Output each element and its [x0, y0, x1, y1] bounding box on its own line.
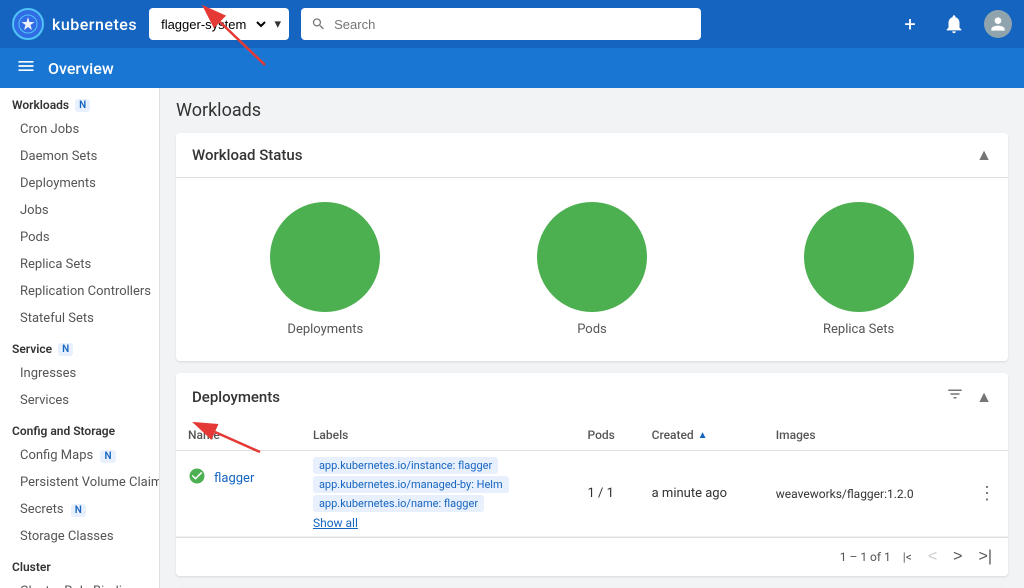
add-icon[interactable]: + — [896, 10, 924, 38]
sidebar-item-config-maps[interactable]: Config Maps N — [0, 442, 159, 469]
label-chip-3: app.kubernetes.io/name: flagger — [313, 495, 484, 512]
page-last-btn[interactable]: >| — [975, 546, 997, 568]
th-pods: Pods — [575, 420, 639, 451]
content-area: Workloads Workload Status ▲ Deployments … — [160, 88, 1024, 588]
namespace-dropdown[interactable]: flagger-system default kube-system — [157, 16, 268, 33]
donut-row: Deployments Pods Replica Sets — [176, 178, 1008, 361]
deployments-thead: Name Labels Pods Created ▲ Images — [176, 420, 1008, 451]
donut-pods: Pods — [537, 202, 647, 337]
deployment-pods-cell: 1 / 1 — [575, 451, 639, 537]
sort-created-icon: ▲ — [698, 430, 708, 441]
workload-status-title: Workload Status — [192, 146, 302, 164]
sidebar-item-replication-controllers[interactable]: Replication Controllers — [0, 278, 159, 305]
sidebar-item-replica-sets[interactable]: Replica Sets — [0, 251, 159, 278]
deployment-created-cell: a minute ago — [640, 451, 764, 537]
sidebar-section-config: Config and Storage — [0, 414, 159, 442]
th-labels: Labels — [301, 420, 576, 451]
sidebar-item-deployments[interactable]: Deployments — [0, 170, 159, 197]
chevron-down-icon: ▾ — [275, 17, 282, 32]
donut-deployments-label: Deployments — [287, 322, 363, 337]
status-ok-icon — [188, 467, 206, 490]
sidebar-item-cluster-role-bindings[interactable]: Cluster Role Bindings — [0, 578, 159, 588]
deployment-more-btn[interactable]: ⋮ — [966, 451, 1008, 537]
search-bar — [301, 8, 701, 40]
deployments-header-row: Name Labels Pods Created ▲ Images — [176, 420, 1008, 451]
donut-deployments: Deployments — [270, 202, 380, 337]
collapse-workload-status-btn[interactable]: ▲ — [976, 145, 992, 165]
donut-replica-sets: Replica Sets — [804, 202, 914, 337]
th-actions — [966, 420, 1008, 451]
deployments-card-title: Deployments — [192, 388, 280, 406]
filter-icon[interactable] — [946, 385, 964, 408]
donut-pods-label: Pods — [577, 322, 607, 337]
th-images: Images — [764, 420, 966, 451]
topbar: kubernetes flagger-system default kube-s… — [0, 0, 1024, 48]
deployments-card-actions: ▲ — [946, 385, 992, 408]
sidebar-section-cluster: Cluster — [0, 550, 159, 578]
logo-area: kubernetes — [12, 8, 137, 40]
th-name: Name — [176, 420, 301, 451]
label-chip-1: app.kubernetes.io/instance: flagger — [313, 457, 498, 474]
k8s-logo — [12, 8, 44, 40]
sidebar: Workloads N Cron Jobs Daemon Sets Deploy… — [0, 88, 160, 588]
deployments-pagination: 1 – 1 of 1 |< < > >| — [176, 537, 1008, 576]
namespace-selector[interactable]: flagger-system default kube-system ▾ — [149, 8, 289, 40]
workload-status-card: Workload Status ▲ Deployments Pods Repli… — [176, 133, 1008, 361]
page-first-btn[interactable]: < — [924, 546, 941, 568]
sidebar-item-jobs[interactable]: Jobs — [0, 197, 159, 224]
collapse-deployments-btn[interactable]: ▲ — [976, 387, 992, 407]
th-created: Created ▲ — [640, 420, 764, 451]
sidebar-item-stateful-sets[interactable]: Stateful Sets — [0, 305, 159, 332]
deployment-images-cell: weaveworks/flagger:1.2.0 — [764, 451, 966, 537]
sidebar-item-storage-classes[interactable]: Storage Classes — [0, 523, 159, 550]
sidebar-section-workloads: Workloads N — [0, 88, 159, 116]
sidebar-item-daemon-sets[interactable]: Daemon Sets — [0, 143, 159, 170]
donut-pods-circle — [537, 202, 647, 312]
bell-icon[interactable] — [940, 10, 968, 38]
deployment-link[interactable]: flagger — [214, 471, 254, 486]
pagination-info: 1 – 1 of 1 — [840, 550, 891, 564]
deployments-card-header: Deployments ▲ — [176, 373, 1008, 420]
table-row: flagger app.kubernetes.io/instance: flag… — [176, 451, 1008, 537]
sidebar-item-secrets[interactable]: Secrets N — [0, 496, 159, 523]
navbar: Overview — [0, 48, 1024, 88]
workload-status-header: Workload Status ▲ — [176, 133, 1008, 178]
workloads-title: Workloads — [176, 100, 1008, 121]
sidebar-section-service: Service N — [0, 332, 159, 360]
sidebar-item-cron-jobs[interactable]: Cron Jobs — [0, 116, 159, 143]
sidebar-item-pvc[interactable]: Persistent Volume Claims N — [0, 469, 159, 496]
deployment-labels-cell: app.kubernetes.io/instance: flagger app.… — [301, 451, 576, 537]
sidebar-item-ingresses[interactable]: Ingresses — [0, 360, 159, 387]
show-all-labels-link[interactable]: Show all — [313, 516, 564, 530]
page-next-btn[interactable]: > — [949, 546, 966, 568]
main-layout: Workloads N Cron Jobs Daemon Sets Deploy… — [0, 88, 1024, 588]
label-chip-2: app.kubernetes.io/managed-by: Helm — [313, 476, 509, 493]
menu-icon[interactable] — [16, 56, 36, 81]
search-input[interactable] — [334, 17, 691, 32]
avatar[interactable] — [984, 10, 1012, 38]
page-title: Overview — [48, 59, 114, 78]
deployments-table: Name Labels Pods Created ▲ Images — [176, 420, 1008, 537]
donut-replica-sets-label: Replica Sets — [823, 322, 894, 337]
sidebar-item-services[interactable]: Services — [0, 387, 159, 414]
deployment-name-cell: flagger — [176, 451, 301, 537]
deployments-card: Deployments ▲ Name Labels Pods — [176, 373, 1008, 576]
donut-replica-sets-circle — [804, 202, 914, 312]
topbar-actions: + — [896, 10, 1012, 38]
app-title: kubernetes — [52, 15, 137, 34]
deployments-tbody: flagger app.kubernetes.io/instance: flag… — [176, 451, 1008, 537]
donut-deployments-circle — [270, 202, 380, 312]
sidebar-item-pods[interactable]: Pods — [0, 224, 159, 251]
search-icon — [311, 16, 326, 32]
